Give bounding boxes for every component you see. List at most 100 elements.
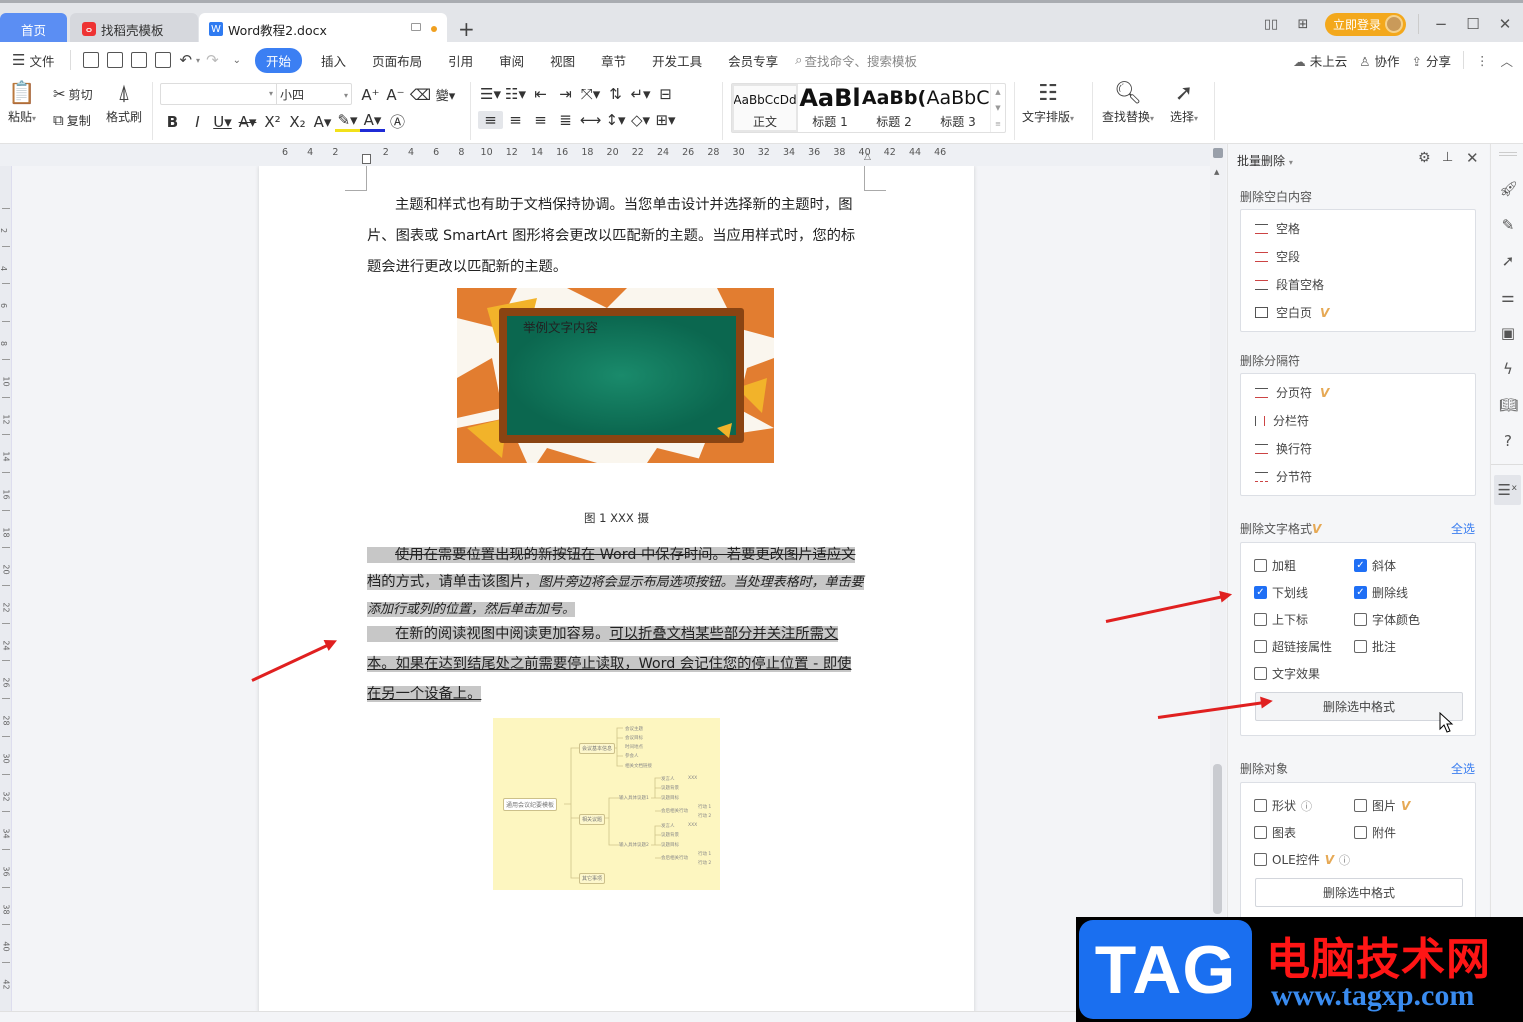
- save-icon[interactable]: [83, 52, 100, 68]
- tab-view[interactable]: 视图: [537, 51, 588, 70]
- more-options-icon[interactable]: ⋮: [1476, 53, 1489, 68]
- align-right-icon[interactable]: ≡: [528, 111, 553, 129]
- strikethrough-icon[interactable]: A▾: [235, 113, 260, 131]
- scrollbar-thumb[interactable]: [1213, 764, 1222, 914]
- close-panel-icon[interactable]: ✕: [1466, 149, 1479, 167]
- chinese-layout-icon[interactable]: ⤧▾: [578, 85, 603, 103]
- styles-scroll[interactable]: ▲ ▼ ≡: [990, 84, 1005, 132]
- option-line-break[interactable]: 换行符: [1255, 440, 1312, 457]
- find-replace-button[interactable]: 🔍︎ 查找替换▾: [1102, 80, 1154, 125]
- sliders-icon[interactable]: ⚌: [1499, 288, 1517, 306]
- select-button[interactable]: ➚ 选择▾: [1170, 80, 1198, 125]
- horizontal-ruler[interactable]: 6 4 2 2 4 6 8 10 12 14 16 18 20 22 24 26 28 30 32 34 36 38 40 4…: [0, 144, 1210, 166]
- document-page[interactable]: 主题和样式也有助于文档保持协调。当您单击设计并选择新的主题时，图片、图表或 Sm…: [259, 166, 974, 1011]
- option-spaces[interactable]: 空格: [1255, 220, 1300, 237]
- more-quick-icon[interactable]: ⌄: [233, 55, 241, 66]
- paragraph-3[interactable]: 在新的阅读视图中阅读更加容易。可以折叠文档某些部分并关注所需文本。如果在达到结尾…: [367, 619, 864, 709]
- table-grid-icon[interactable]: ⊟: [653, 85, 678, 103]
- checkbox-box[interactable]: [1354, 799, 1367, 812]
- pen-icon[interactable]: ✎: [1499, 216, 1517, 234]
- checkbox-box[interactable]: [1354, 640, 1367, 653]
- checkbox-box[interactable]: [1254, 559, 1267, 572]
- checkbox-font-color[interactable]: 字体颜色: [1354, 611, 1420, 628]
- undo-icon[interactable]: ↶: [179, 51, 192, 69]
- checkbox-box[interactable]: [1254, 826, 1267, 839]
- increase-indent-icon[interactable]: ⇥: [553, 85, 578, 103]
- pin-icon[interactable]: ⊥: [1442, 150, 1453, 165]
- tab-home[interactable]: 首页: [0, 13, 67, 45]
- italic-icon[interactable]: I: [185, 113, 210, 131]
- checkbox-box-checked[interactable]: ✓: [1354, 586, 1367, 599]
- image-tools-icon[interactable]: ▣: [1499, 324, 1517, 342]
- export-icon[interactable]: [107, 52, 124, 68]
- monitor-icon[interactable]: [411, 23, 421, 31]
- drag-handle[interactable]: [1499, 152, 1517, 156]
- info-icon[interactable]: ⓘ: [1339, 852, 1350, 868]
- expand-icon[interactable]: ≡: [995, 120, 1001, 128]
- style-heading-1[interactable]: AaBl 标题 1: [798, 84, 862, 132]
- superscript-icon[interactable]: X²: [260, 113, 285, 131]
- grow-font-icon[interactable]: A⁺: [358, 86, 383, 104]
- checkbox-pictures[interactable]: 图片 V: [1354, 797, 1410, 814]
- cut-button[interactable]: ✂ 剪切: [53, 85, 93, 103]
- checkbox-box[interactable]: [1354, 826, 1367, 839]
- checkbox-comments[interactable]: 批注: [1354, 638, 1396, 655]
- checkbox-box[interactable]: [1254, 667, 1267, 680]
- checkbox-text-effects[interactable]: 文字效果: [1254, 665, 1320, 682]
- dropdown-icon[interactable]: ▾: [344, 91, 348, 100]
- option-leading-spaces[interactable]: 段首空格: [1255, 276, 1324, 293]
- borders-icon[interactable]: ⊞▾: [653, 111, 678, 129]
- tab-references[interactable]: 引用: [435, 51, 486, 70]
- file-menu[interactable]: 文件: [29, 51, 54, 70]
- pinyin-icon[interactable]: 變▾: [433, 85, 458, 104]
- style-normal[interactable]: AaBbCcDd 正文: [732, 84, 798, 132]
- paste-button[interactable]: 📋 粘贴▾: [8, 80, 36, 125]
- clear-format-icon[interactable]: ⌫: [408, 86, 433, 104]
- right-indent-marker[interactable]: △: [864, 152, 871, 162]
- hamburger-icon[interactable]: ☰: [12, 51, 25, 69]
- lightning-icon[interactable]: ϟ: [1499, 360, 1517, 378]
- help-icon[interactable]: ?: [1499, 432, 1517, 450]
- print-icon[interactable]: [131, 52, 148, 68]
- char-border-icon[interactable]: Ⓐ: [385, 111, 410, 132]
- option-empty-paragraphs[interactable]: 空段: [1255, 248, 1300, 265]
- tab-start[interactable]: 开始: [255, 47, 303, 73]
- print-preview-icon[interactable]: [155, 52, 172, 68]
- checkbox-ole[interactable]: OLE控件 Vⓘ: [1254, 851, 1350, 868]
- checkbox-shapes[interactable]: 形状 ⓘ: [1254, 797, 1312, 814]
- tab-insert[interactable]: 插入: [308, 51, 359, 70]
- checkbox-charts[interactable]: 图表: [1254, 824, 1296, 841]
- mindmap-image[interactable]: 通用会议纪要模板 会议基本信息 相关议题 其它事项 会议主题 会议目标 时间地点…: [493, 718, 720, 890]
- checkbox-box[interactable]: [1254, 853, 1267, 866]
- dropdown-icon[interactable]: ▾: [269, 89, 273, 98]
- highlight-icon[interactable]: ✎▾: [335, 111, 360, 132]
- checkbox-box[interactable]: [1254, 799, 1267, 812]
- tab-member[interactable]: 会员专享: [715, 51, 791, 70]
- grid-apps-icon[interactable]: ⊞: [1293, 17, 1313, 32]
- scroll-up-icon[interactable]: ▲: [1214, 168, 1219, 176]
- tab-chapter[interactable]: 章节: [588, 51, 639, 70]
- sort-icon[interactable]: ⇅: [603, 85, 628, 103]
- select-all-format-link[interactable]: 全选: [1451, 520, 1475, 537]
- select-all-objects-link[interactable]: 全选: [1451, 760, 1475, 777]
- shading-icon[interactable]: ◇▾: [628, 111, 653, 129]
- layout-icon[interactable]: ▯▯: [1261, 17, 1281, 32]
- numbered-list-icon[interactable]: ☷▾: [503, 85, 528, 103]
- underline-icon[interactable]: U▾: [210, 113, 235, 131]
- copy-button[interactable]: ⧉ 复制: [53, 111, 91, 129]
- checkbox-box[interactable]: [1254, 613, 1267, 626]
- style-heading-3[interactable]: AaBbC 标题 3: [926, 84, 990, 132]
- checkbox-box-checked[interactable]: ✓: [1354, 559, 1367, 572]
- batch-delete-icon[interactable]: ☰ˣ: [1494, 475, 1521, 505]
- font-color-icon[interactable]: A▾: [360, 111, 385, 132]
- settings-gear-icon[interactable]: ⚙: [1418, 150, 1431, 166]
- delete-selected-objects-button[interactable]: 删除选中格式: [1255, 878, 1463, 907]
- paragraph-mark-icon[interactable]: ↵▾: [628, 85, 653, 103]
- checkbox-hyperlink[interactable]: 超链接属性: [1254, 638, 1332, 655]
- text-layout-button[interactable]: ☷ 文字排版▾: [1022, 80, 1074, 125]
- maximize-button[interactable]: ☐: [1463, 15, 1483, 33]
- option-section-break[interactable]: 分节符: [1255, 468, 1312, 485]
- blackboard-image[interactable]: 举例文字内容: [457, 288, 774, 463]
- tab-developer[interactable]: 开发工具: [639, 51, 715, 70]
- tab-template[interactable]: ⴰ 找稻壳模板: [70, 13, 198, 45]
